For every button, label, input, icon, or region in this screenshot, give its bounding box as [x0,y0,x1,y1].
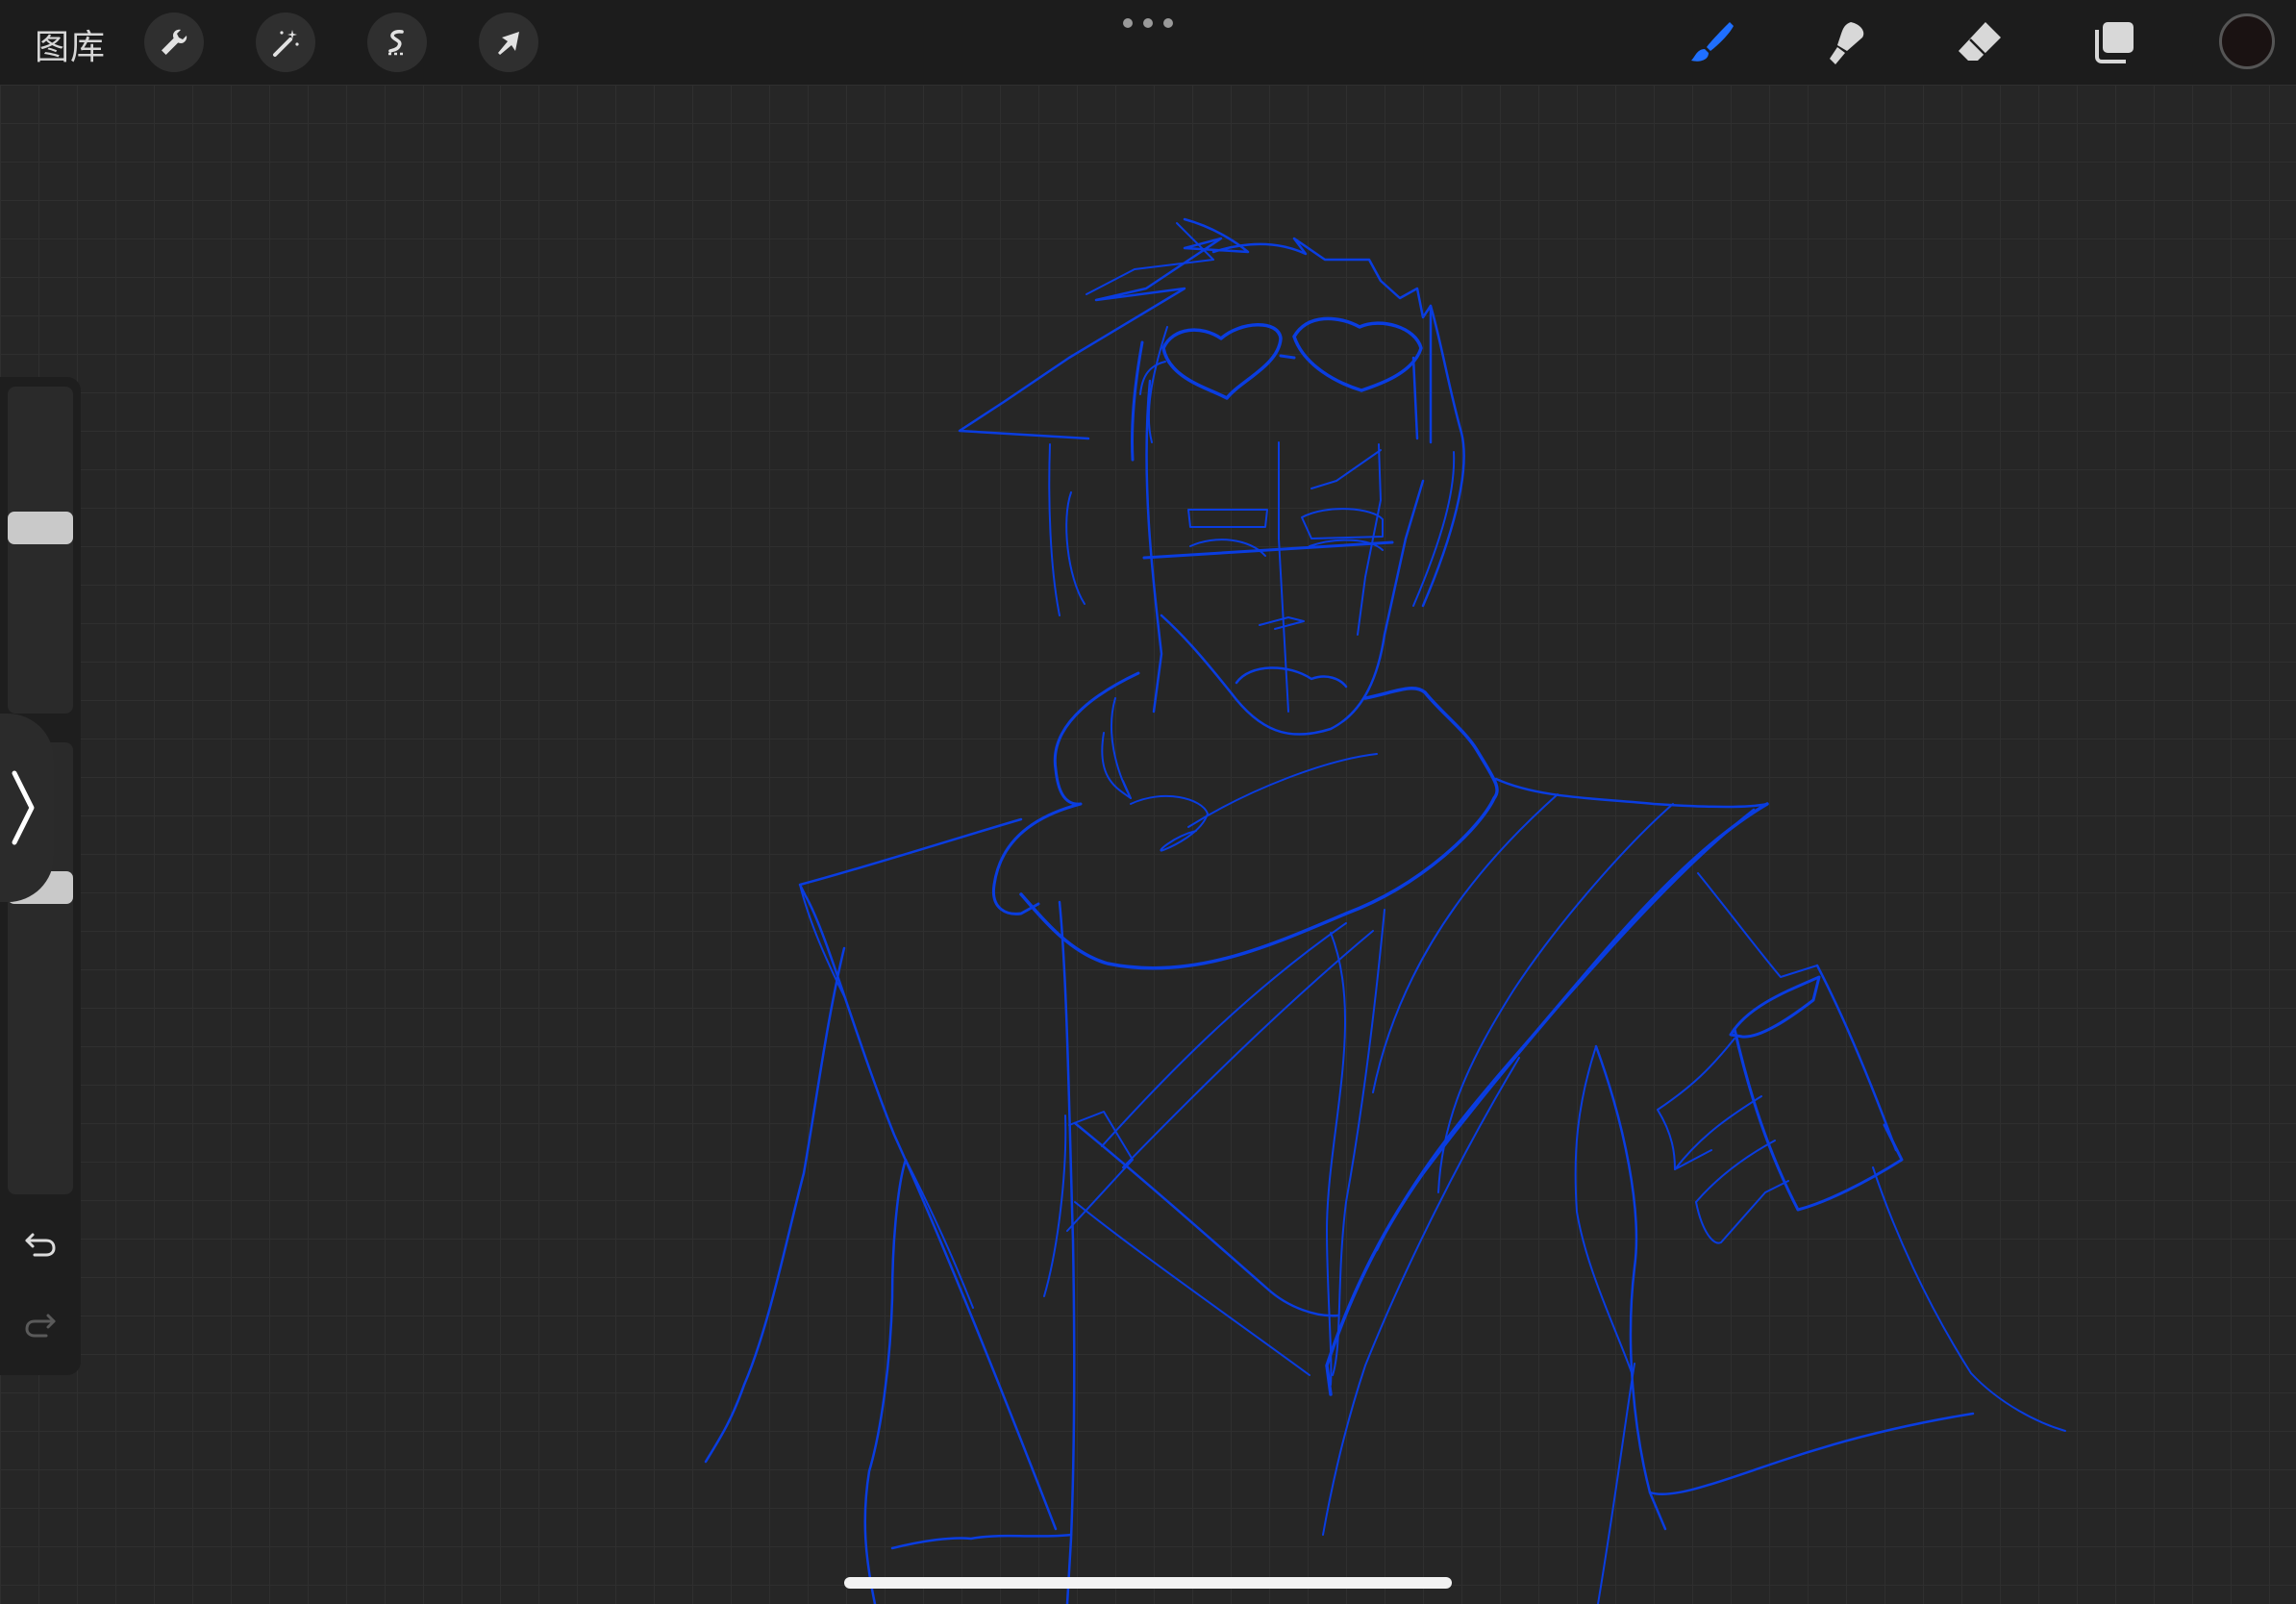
selection-icon[interactable] [367,13,427,72]
gallery-button[interactable]: 图库 [35,19,106,69]
arrow-cursor-icon[interactable] [479,13,538,72]
brush-size-thumb[interactable] [8,512,73,544]
smudge-icon[interactable] [1815,13,1873,71]
drawing-canvas[interactable] [0,85,2296,1604]
magic-wand-icon[interactable] [256,13,315,72]
undo-icon[interactable] [17,1221,63,1267]
redo-icon[interactable] [17,1302,63,1348]
layers-icon[interactable] [2084,13,2142,71]
more-dots-icon[interactable] [1123,15,1173,31]
sketch-drawing [704,217,2066,1604]
wrench-icon[interactable] [144,13,204,72]
eraser-icon[interactable] [1950,13,2008,71]
chevron-right-icon[interactable] [0,714,54,902]
brush-icon[interactable] [1683,13,1740,71]
brush-size-slider[interactable] [8,387,73,714]
color-picker-swatch[interactable] [2219,13,2275,69]
top-toolbar: 图库 [0,0,2296,85]
home-indicator[interactable] [844,1577,1452,1589]
